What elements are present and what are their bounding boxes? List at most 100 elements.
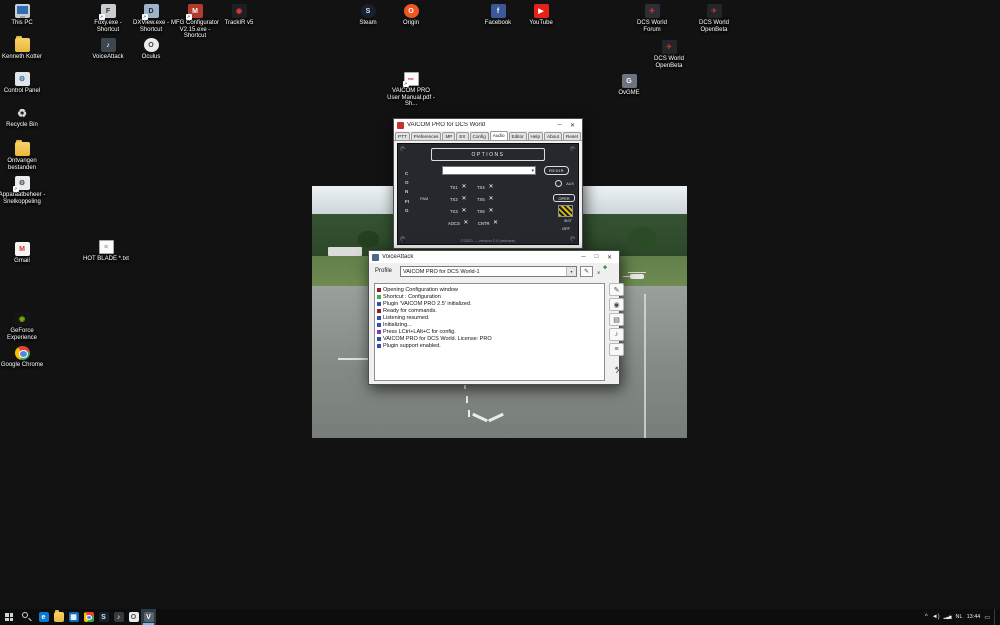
desktop-icon-dcs-world-forum[interactable]: ✈DCS World Forum (628, 4, 676, 33)
profile-dropdown[interactable]: VAICOM PRO for DCS World-1 ▾ (400, 266, 577, 277)
desktop-icon-facebook[interactable]: fFacebook (474, 4, 522, 27)
icon-label: Ontvangen bestanden (0, 158, 46, 171)
profile-actions[interactable]: ✚ ✕ (596, 265, 612, 278)
desktop-icon-ovgme[interactable]: GOvGME (605, 74, 653, 97)
voiceattack-maximize-button[interactable]: □ (590, 251, 603, 263)
icon-label: Google Chrome (1, 362, 43, 369)
audio-device-dropdown[interactable] (442, 166, 536, 175)
desktop-icon-dxview-exe[interactable]: D↗DXView.exe - Shortcut (127, 4, 175, 33)
icon-label: OvGME (618, 90, 639, 97)
taskbar-app-voice-chat[interactable]: ♪ (111, 609, 126, 625)
search-icon (22, 612, 28, 618)
tab-mp[interactable]: MP (442, 132, 455, 140)
dcs-world-openbeta-icon: ✈ (707, 4, 722, 18)
chevron-up-icon[interactable]: ^ (925, 614, 928, 620)
search-button[interactable] (18, 609, 34, 625)
icon-label: DCS World Forum (628, 20, 676, 33)
voiceattack-titlebar[interactable]: VoiceAttack ─□✕ (369, 251, 619, 263)
tab-ptt[interactable]: PTT (395, 132, 410, 140)
tab-reset[interactable]: Reset (563, 132, 581, 140)
taskbar-app-voiceattack[interactable]: V (141, 609, 156, 625)
prop-icon[interactable]: ✕ (462, 220, 470, 226)
edit-profile-button[interactable]: ✎ (580, 266, 593, 277)
show-desktop-button[interactable] (994, 609, 998, 625)
desktop-icon-apparaatbeheer[interactable]: ⚙↗Apparaatbeheer - Snelkoppeling (0, 176, 46, 205)
glyph-char: O (408, 8, 413, 15)
icon-label: This PC (11, 20, 32, 27)
prop-icon[interactable]: ✕ (487, 196, 495, 202)
desktop-icon-dcs-world-openbeta-2[interactable]: ✈DCS World OpenBeta (645, 40, 693, 69)
desktop-icon-control-panel[interactable]: ⚙Control Panel (0, 72, 46, 95)
oper-button[interactable]: OPER (553, 194, 575, 202)
clock[interactable]: 13:44 (967, 614, 981, 620)
start-button[interactable] (0, 609, 18, 625)
desktop-icon-ontvangen-bestanden[interactable]: Ontvangen bestanden (0, 142, 46, 171)
desktop-icon-hot-blade-txt[interactable]: ≡HOT BLADE *.txt (82, 240, 130, 263)
desktop-icon-foxy-exe[interactable]: F↗Foxy.exe - Shortcut (84, 4, 132, 33)
aux-knob[interactable] (555, 180, 562, 187)
event-log[interactable]: Opening Configuration windowShortcut : C… (374, 283, 605, 381)
tab-about[interactable]: About (544, 132, 562, 140)
desktop-icon-this-pc[interactable]: This PC (0, 4, 46, 27)
tab-preferences[interactable]: Preferences (411, 132, 442, 140)
prop-icon[interactable]: ✕ (487, 208, 495, 214)
vaicom-window-controls: ─✕ (553, 119, 579, 131)
taskbar-app-edge[interactable]: e (36, 609, 51, 625)
taskbar-app-file-explorer[interactable] (51, 609, 66, 625)
desktop-icon-trackir-v5[interactable]: ◉TrackIR v5 (215, 4, 263, 27)
voiceattack-close-button[interactable]: ✕ (603, 251, 616, 263)
log-status-square (377, 309, 381, 313)
glyph-char: ✈ (666, 43, 672, 51)
taskbar-app-chrome[interactable] (81, 609, 96, 625)
desktop-icon-oculus[interactable]: OOculus (127, 38, 175, 61)
hazard-switch-cover[interactable] (558, 205, 573, 217)
record-button[interactable]: ◉ (609, 298, 624, 311)
prop-icon[interactable]: ✕ (460, 184, 468, 190)
desktop-icon-geforce-experience[interactable]: ◉ GeForce Experience (0, 312, 46, 341)
volume-icon[interactable]: ◄) (932, 614, 940, 620)
tab-editor[interactable]: Editor (509, 132, 527, 140)
desktop-icon-dcs-world-openbeta[interactable]: ✈DCS World OpenBeta (690, 4, 738, 33)
desktop-icon-kenneth-kotter[interactable]: Kenneth Kotter (0, 38, 46, 61)
tab-help[interactable]: Help (528, 132, 543, 140)
audio-button[interactable]: ♪ (609, 328, 624, 341)
desktop-icon-gmail[interactable]: MGmail (0, 242, 46, 265)
profile-value: VAICOM PRO for DCS World-1 (401, 269, 566, 275)
menu-button[interactable]: ≡ (609, 343, 624, 356)
options-button[interactable]: ⚒ (611, 364, 626, 377)
taskbar-app-store[interactable]: ▦ (66, 609, 81, 625)
prop-icon[interactable]: ✕ (492, 220, 500, 226)
desktop-icon-google-chrome[interactable]: Google Chrome (0, 346, 46, 369)
desktop-icon-youtube[interactable]: ▶YouTube (517, 4, 565, 27)
tab-ex[interactable]: EX (456, 132, 468, 140)
log-status-square (377, 295, 381, 299)
geforce-experience-icon: ◉ (15, 312, 30, 326)
prop-icon[interactable]: ✕ (487, 184, 495, 190)
icon-label: GeForce Experience (0, 328, 46, 341)
language-indicator[interactable]: NL (956, 614, 963, 620)
vaicom-minimize-button[interactable]: ─ (553, 119, 566, 131)
taskbar-app-oculus[interactable]: O (126, 609, 141, 625)
desktop-icon-vaicom-manual-pdf[interactable]: PDF↗VAICOM PRO User Manual.pdf - Sh... (387, 72, 435, 108)
windows-logo-icon (5, 613, 13, 621)
prop-icon[interactable]: ✕ (460, 208, 468, 214)
icon-label: Control Panel (4, 88, 40, 95)
prop-icon[interactable]: ✕ (460, 196, 468, 202)
vaicom-titlebar[interactable]: VAICOM PRO for DCS World ─✕ (394, 119, 582, 131)
network-icon[interactable]: ▂▄▆ (944, 615, 952, 619)
tab-config[interactable]: Config (470, 132, 489, 140)
tab-audio[interactable]: Audio (490, 131, 508, 140)
desktop-icon-voiceattack[interactable]: ♪VoiceAttack (84, 38, 132, 61)
desktop-icon-mfg-configurator[interactable]: M↗MFG Configurator V2.15.exe - Shortcut (171, 4, 219, 40)
voiceattack-minimize-button[interactable]: ─ (577, 251, 590, 263)
taskbar-app-steam[interactable]: S (96, 609, 111, 625)
desktop-icon-recycle-bin[interactable]: ♻Recycle Bin (0, 106, 46, 129)
desktop-icon-steam[interactable]: SSteam (344, 4, 392, 27)
desktop-icon-origin[interactable]: OOrigin (387, 4, 435, 27)
vaicom-close-button[interactable]: ✕ (566, 119, 579, 131)
action-center-icon[interactable]: ▭ (984, 614, 990, 621)
commands-list-button[interactable]: ▤ (609, 313, 624, 326)
tx-label-tx3: TX3 (450, 209, 460, 214)
redir-button[interactable]: REDIR (544, 166, 569, 175)
edit-commands-button[interactable]: ✎ (609, 283, 624, 296)
